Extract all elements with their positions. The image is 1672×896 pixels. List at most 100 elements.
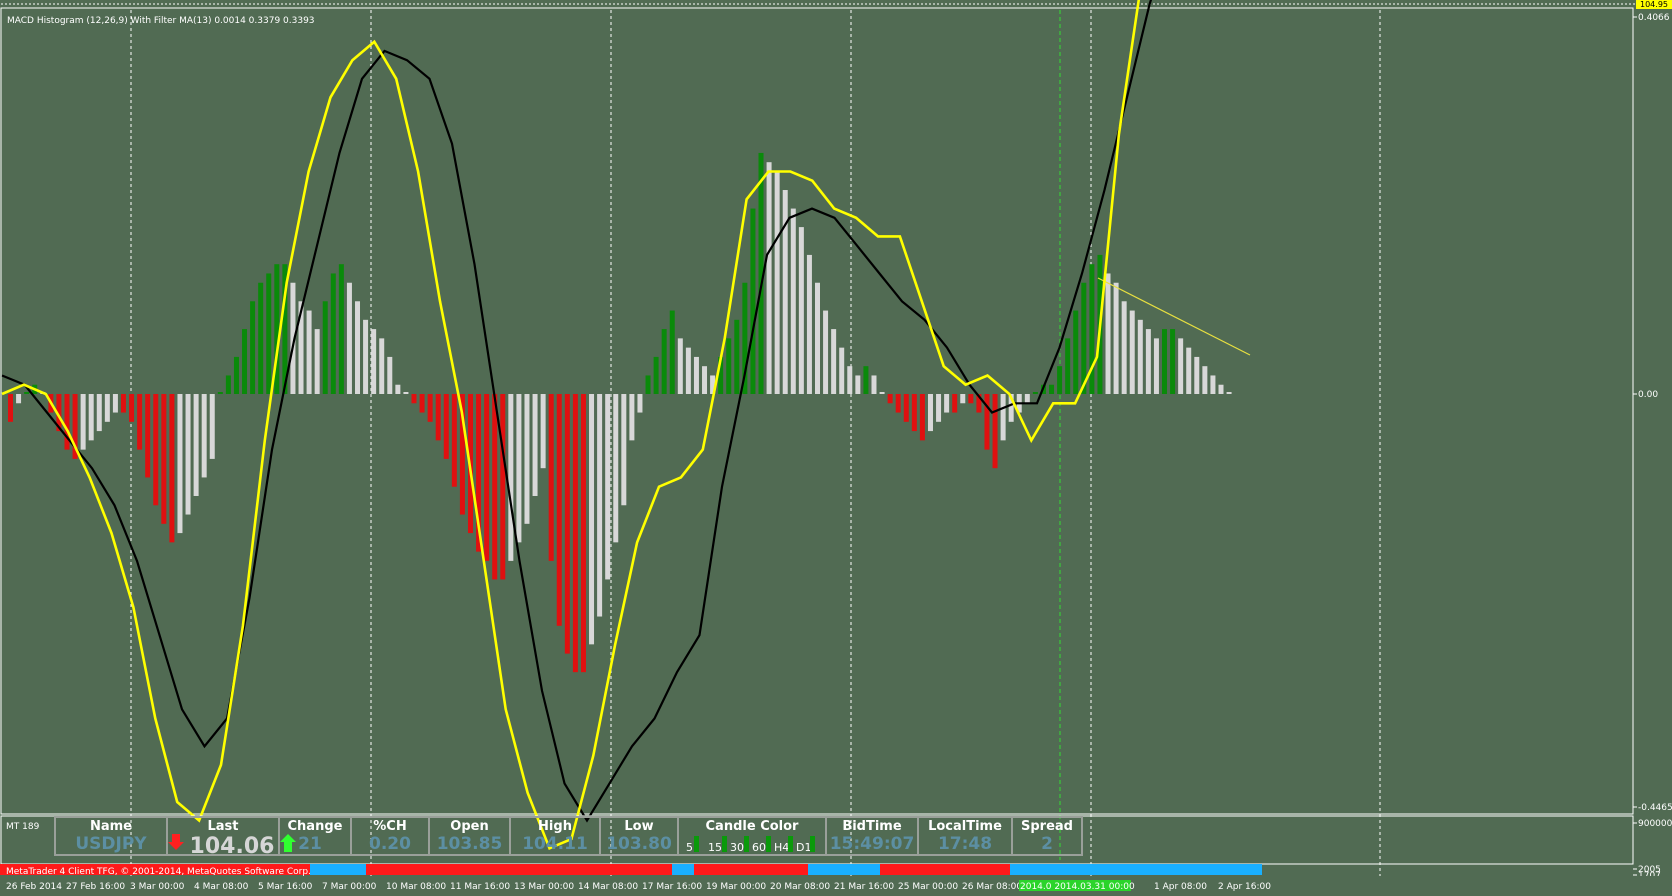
- panel-value: 103.85: [437, 834, 503, 854]
- histogram-bar: [314, 329, 320, 394]
- time-label: 11 Mar 16:00: [450, 882, 510, 892]
- histogram-bar: [120, 394, 126, 413]
- histogram-bar: [355, 301, 361, 394]
- histogram-bar: [1218, 384, 1224, 394]
- histogram-bar: [88, 394, 94, 441]
- histogram-bar: [855, 375, 861, 394]
- histogram-bar: [112, 394, 118, 413]
- time-label: 14 Mar 08:00: [578, 882, 638, 892]
- histogram-bar: [1121, 301, 1127, 394]
- histogram-bar: [193, 394, 199, 496]
- histogram-bar: [669, 310, 675, 394]
- histogram-bar: [250, 301, 256, 394]
- macd-chart[interactable]: 104.950.40660.00-0.4465900000020051707 M…: [0, 0, 1672, 896]
- panel-tag: MT 189: [6, 822, 40, 832]
- histogram-bar: [1194, 356, 1200, 394]
- histogram-bar: [1032, 392, 1038, 394]
- histogram-bar: [1186, 347, 1192, 394]
- histogram-bar: [637, 394, 643, 413]
- histogram-bar: [734, 319, 740, 394]
- histogram-bar: [613, 394, 619, 543]
- histogram-bar: [1170, 329, 1176, 394]
- histogram-bar: [984, 394, 990, 450]
- histogram-bar: [766, 162, 772, 394]
- histogram-bar: [330, 273, 336, 394]
- candle-tf-label: 60: [752, 841, 766, 854]
- histogram-bar: [839, 347, 845, 394]
- histogram-bar: [1065, 338, 1071, 394]
- histogram-bar: [1210, 375, 1216, 394]
- panel-value: 103.80: [606, 834, 672, 854]
- histogram-bar: [944, 394, 950, 413]
- panel-header: Spread: [1021, 819, 1073, 834]
- histogram-bar: [1105, 273, 1111, 394]
- chart-background: [0, 0, 1672, 896]
- histogram-bar: [693, 356, 699, 394]
- histogram-bar: [508, 394, 514, 561]
- time-label: 7 Mar 00:00: [322, 882, 377, 892]
- histogram-bar: [871, 375, 877, 394]
- histogram-bar: [1049, 384, 1055, 394]
- histogram-bar: [887, 394, 893, 404]
- panel-value: 17:48: [938, 834, 992, 854]
- histogram-bar: [863, 366, 869, 394]
- time-axis: 26 Feb 2014 27 Feb 16:00 3 Mar 00:00 4 Mar …: [0, 876, 1672, 896]
- strip-segment: [880, 864, 1010, 875]
- panel-value: 15:49:07: [830, 834, 915, 854]
- histogram-bar: [1153, 338, 1159, 394]
- histogram-bar: [516, 394, 522, 543]
- histogram-bar: [64, 394, 70, 450]
- panel-value: 104.11: [522, 834, 588, 854]
- histogram-bar: [1129, 310, 1135, 394]
- histogram-bar: [177, 394, 183, 534]
- histogram-bar: [806, 254, 812, 394]
- histogram-bar: [306, 310, 312, 394]
- histogram-bar: [702, 366, 708, 394]
- candle-color-bar: [722, 836, 727, 852]
- strip-segment: [694, 864, 808, 875]
- histogram-bar: [145, 394, 151, 478]
- histogram-bar: [1024, 394, 1030, 404]
- histogram-bar: [129, 394, 135, 422]
- histogram-bar: [185, 394, 191, 515]
- time-label: 2 Apr 16:00: [1218, 882, 1271, 892]
- time-label: 19 Mar 00:00: [706, 882, 766, 892]
- histogram-bar: [451, 394, 457, 487]
- time-label: 3 Mar 00:00: [130, 882, 185, 892]
- histogram-bar: [1226, 392, 1232, 394]
- histogram-bar: [201, 394, 207, 478]
- time-label: 1 Apr 08:00: [1154, 882, 1207, 892]
- histogram-bar: [653, 356, 659, 394]
- histogram-bar: [233, 356, 239, 394]
- candle-tf-label: 30: [730, 841, 744, 854]
- panel-header: Change: [288, 819, 343, 834]
- histogram-bar: [532, 394, 538, 496]
- histogram-bar: [1162, 329, 1168, 394]
- histogram-bar: [580, 394, 586, 673]
- time-label: 25 Mar 00:00: [898, 882, 958, 892]
- histogram-bar: [847, 366, 853, 394]
- histogram-bar: [597, 394, 603, 617]
- histogram-bar: [927, 394, 933, 432]
- panel-header: LocalTime: [928, 819, 1002, 834]
- panel-value: 2: [1041, 834, 1053, 854]
- panel-header: %CH: [373, 819, 406, 834]
- histogram-bar: [169, 394, 175, 543]
- histogram-bar: [242, 329, 248, 394]
- histogram-bar: [726, 338, 732, 394]
- time-label: 2014.0 2014.03.31 00:00: [1020, 882, 1135, 892]
- histogram-bar: [952, 394, 958, 413]
- histogram-bar: [1137, 319, 1143, 394]
- axis-label: 9000000: [1638, 819, 1672, 829]
- histogram-bar: [346, 282, 352, 394]
- histogram-bar: [1073, 310, 1079, 394]
- strip-segment: [366, 864, 672, 875]
- histogram-bar: [338, 264, 344, 394]
- time-label: 10 Mar 08:00: [386, 882, 446, 892]
- histogram-bar: [823, 310, 829, 394]
- histogram-bar: [161, 394, 167, 524]
- histogram-bar: [266, 273, 272, 394]
- histogram-bar: [903, 394, 909, 422]
- panel-header: Open: [450, 819, 488, 834]
- histogram-bar: [209, 394, 215, 459]
